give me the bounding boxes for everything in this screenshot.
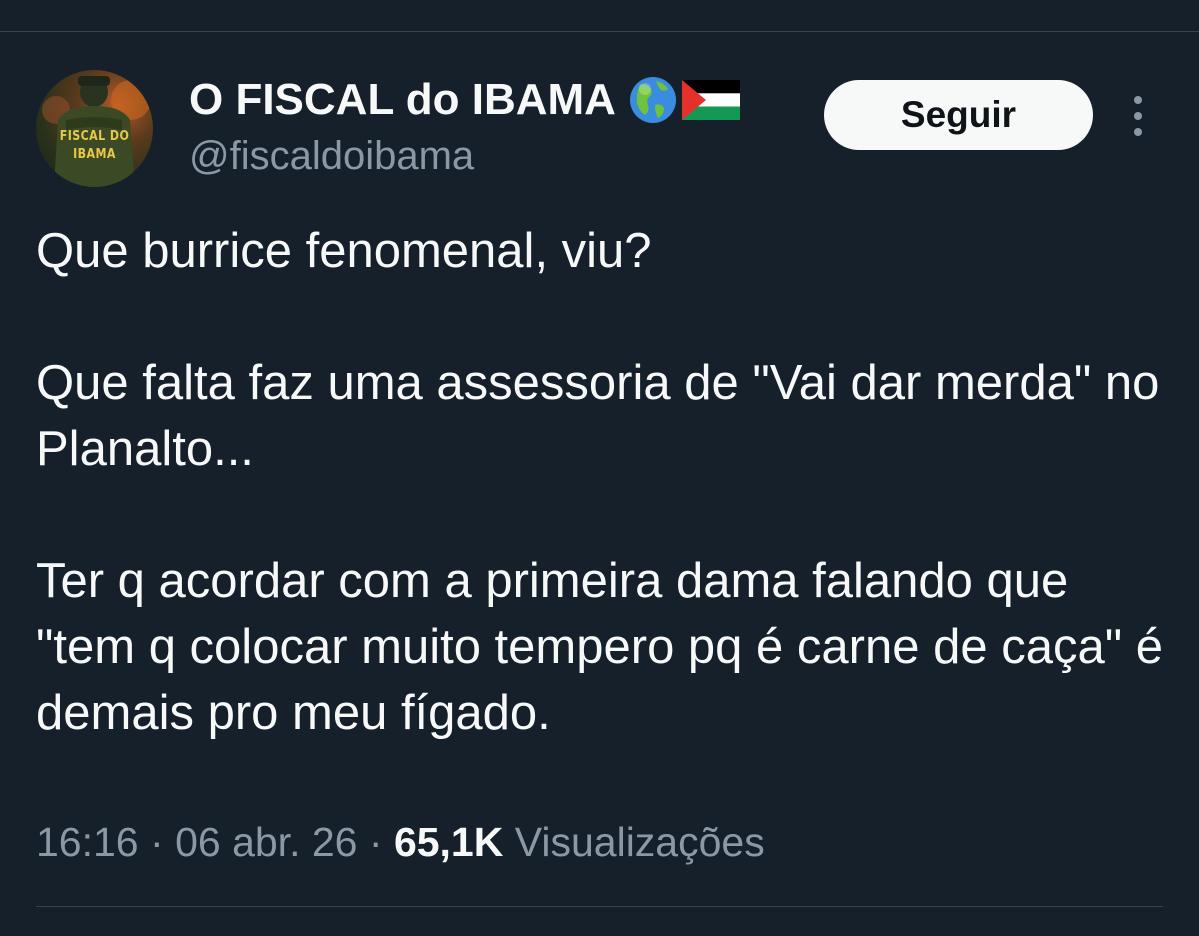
tweet-screenshot: FISCAL DO IBAMA O FISCAL do IBAMA @fisca… [0,0,1199,936]
palestine-flag-icon [681,80,740,120]
tweet-paragraph-3: Ter q acordar com a primeira dama faland… [36,554,1163,740]
tweet-paragraph-2: Que falta faz uma assessoria de "Vai dar… [36,356,1160,476]
meta-separator: · [368,819,383,865]
more-vertical-icon [1134,96,1142,136]
tweet-paragraph-1: Que burrice fenomenal, viu? [36,224,652,278]
display-name-text[interactable]: O FISCAL do IBAMA [189,72,616,128]
views-count: 65,1K [393,819,504,865]
tweet-time[interactable]: 16:16 [36,819,139,865]
tweet-meta: 16:16 · 06 abr. 26 · 65,1K Visualizações [36,812,765,872]
avatar-label: FISCAL DO IBAMA [45,128,144,164]
tweet-text: Que burrice fenomenal, viu? Que falta fa… [36,218,1166,746]
avatar-label-line1: FISCAL DO [59,129,130,144]
views-label: Visualizações [514,819,765,865]
follow-button[interactable]: Seguir [824,80,1093,150]
top-divider [0,31,1199,32]
avatar-label-line2: IBAMA [73,147,116,162]
meta-separator: · [150,819,164,865]
more-options-button[interactable] [1118,92,1158,140]
author-handle[interactable]: @fiscaldoibama [189,130,474,182]
bottom-divider [36,906,1163,907]
avatar[interactable]: FISCAL DO IBAMA [36,70,153,187]
tweet-date[interactable]: 06 abr. 26 [175,819,357,865]
name-emojis [628,75,740,125]
author-display-name[interactable]: O FISCAL do IBAMA [189,72,740,128]
globe-americas-icon [629,77,676,123]
